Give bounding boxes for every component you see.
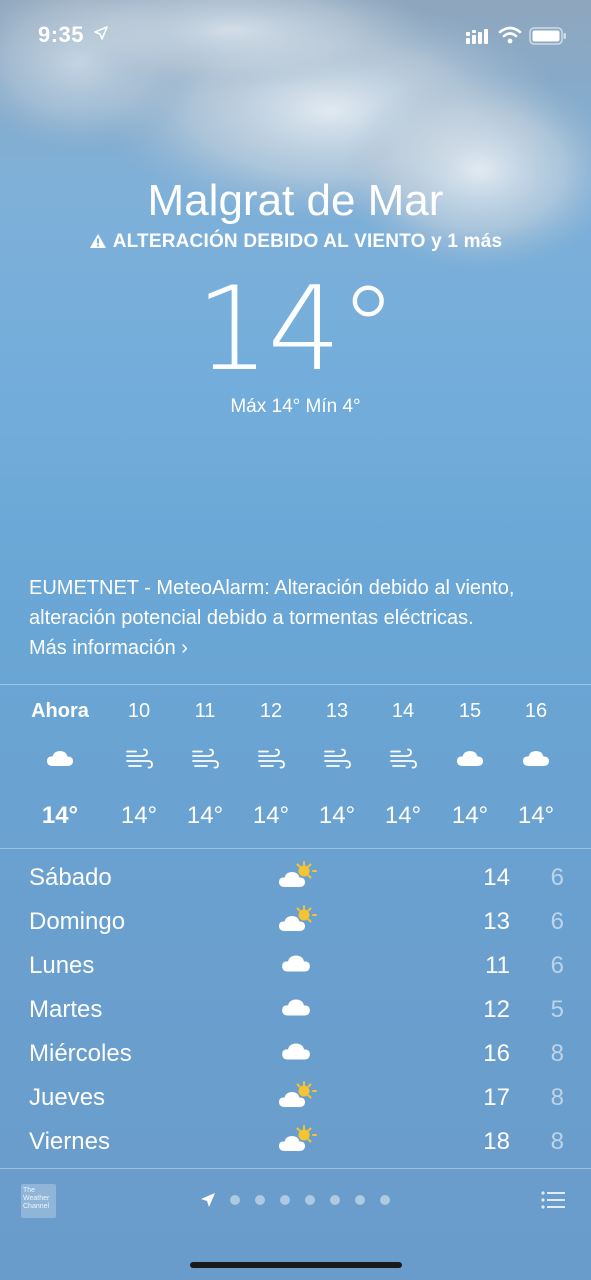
daily-row: Viernes 18 8 xyxy=(0,1118,591,1162)
status-bar: 9:35 xyxy=(0,0,591,70)
high-low-temperature: Máx 14° Mín 4° xyxy=(230,396,361,417)
daily-row: Martes 12 5 xyxy=(0,986,591,1030)
wind-icon xyxy=(124,748,154,778)
hour-temperature: 14° xyxy=(186,802,224,829)
page-indicator[interactable] xyxy=(200,1190,400,1210)
hour-label: Ahora xyxy=(31,700,89,722)
cloud-icon xyxy=(280,1040,320,1070)
alert-text: ALTERACIÓN DEBIDO AL VIENTO y 1 más xyxy=(112,231,503,252)
day-min-temp: 6 xyxy=(550,952,564,979)
hour-temperature: 14° xyxy=(318,802,356,829)
daily-row: Miércoles 16 8 xyxy=(0,1030,591,1074)
page-dot[interactable] xyxy=(305,1195,315,1205)
partly-cloudy-icon xyxy=(278,860,318,890)
home-indicator[interactable] xyxy=(190,1262,402,1268)
day-max-temp: 18 xyxy=(483,1128,510,1155)
day-max-temp: 13 xyxy=(483,908,510,935)
day-max-temp: 14 xyxy=(483,864,510,891)
hourly-forecast[interactable]: Ahora 14° 10 14° 11 14° 12 14° 13 14° 14 14° 15 14° 16… xyxy=(0,686,591,848)
partly-cloudy-icon xyxy=(278,904,318,934)
cloud-icon xyxy=(455,748,485,778)
hour-label: 13 xyxy=(325,700,349,722)
more-info-link[interactable]: Más información › xyxy=(29,637,188,659)
city-name: Malgrat de Mar xyxy=(147,176,444,225)
day-min-temp: 8 xyxy=(550,1084,564,1111)
day-max-temp: 17 xyxy=(483,1084,510,1111)
daily-forecast: Sábado 14 6 Domingo 13 6 Lunes 11 6 Martes 12 5 Miér… xyxy=(0,852,591,1168)
city-list-icon[interactable] xyxy=(541,1190,565,1210)
day-name: Sábado xyxy=(29,864,112,891)
divider-top xyxy=(0,684,591,685)
cellular-signal-icon xyxy=(466,29,488,44)
wind-icon xyxy=(322,748,352,778)
hour-temperature: 14° xyxy=(384,802,422,829)
battery-icon xyxy=(529,27,566,45)
daily-row: Jueves 17 8 xyxy=(0,1074,591,1118)
hour-label: 14 xyxy=(391,700,415,722)
cloud-icon xyxy=(280,996,320,1026)
bottom-toolbar: The Weather Channel xyxy=(0,1170,591,1280)
wind-icon xyxy=(388,748,418,778)
warning-triangle-icon xyxy=(89,234,106,248)
chevron-right-icon: › xyxy=(181,637,188,659)
hour-label: 10 xyxy=(127,700,151,722)
day-min-temp: 8 xyxy=(550,1128,564,1155)
hour-temperature: 14° xyxy=(252,802,290,829)
hour-temperature: 14° xyxy=(120,802,158,829)
daily-row: Sábado 14 6 xyxy=(0,854,591,898)
day-max-temp: 16 xyxy=(483,1040,510,1067)
hour-temperature: 14° xyxy=(41,802,79,829)
hour-label: 11 xyxy=(194,700,216,722)
wind-icon xyxy=(256,748,286,778)
cloud-icon xyxy=(521,748,551,778)
wifi-icon xyxy=(498,26,522,44)
current-temperature: 14° xyxy=(195,262,398,397)
hour-label: 12 xyxy=(259,700,283,722)
daily-row: Domingo 13 6 xyxy=(0,898,591,942)
day-min-temp: 6 xyxy=(550,908,564,935)
page-dot[interactable] xyxy=(255,1195,265,1205)
wind-icon xyxy=(190,748,220,778)
day-min-temp: 6 xyxy=(550,864,564,891)
hour-label: 15 xyxy=(458,700,482,722)
day-max-temp: 12 xyxy=(483,996,510,1023)
partly-cloudy-icon xyxy=(278,1080,318,1110)
page-dot[interactable] xyxy=(280,1195,290,1205)
page-dot[interactable] xyxy=(230,1195,240,1205)
hour-temperature: 14° xyxy=(451,802,489,829)
cloud-icon xyxy=(280,952,320,982)
day-name: Martes xyxy=(29,996,103,1023)
day-name: Domingo xyxy=(29,908,126,935)
page-dot[interactable] xyxy=(330,1195,340,1205)
weather-channel-logo[interactable]: The Weather Channel xyxy=(21,1184,56,1218)
day-max-temp: 11 xyxy=(485,952,510,979)
day-name: Miércoles xyxy=(29,1040,132,1067)
divider-mid xyxy=(0,848,591,849)
day-name: Lunes xyxy=(29,952,95,979)
location-arrow-icon xyxy=(94,26,108,40)
weather-alert[interactable]: ALTERACIÓN DEBIDO AL VIENTO y 1 más xyxy=(0,231,591,253)
day-min-temp: 5 xyxy=(550,996,564,1023)
daily-row: Lunes 11 6 xyxy=(0,942,591,986)
cloud-icon xyxy=(45,748,75,778)
divider-bottom xyxy=(0,1168,591,1169)
page-dot[interactable] xyxy=(355,1195,365,1205)
warning-body: EUMETNET - MeteoAlarm: Alteración debido… xyxy=(29,577,515,629)
hour-label: 16 xyxy=(524,700,548,722)
day-name: Jueves xyxy=(29,1084,106,1111)
weather-warning-text[interactable]: EUMETNET - MeteoAlarm: Alteración debido… xyxy=(29,573,549,663)
partly-cloudy-icon xyxy=(278,1124,318,1154)
day-name: Viernes xyxy=(29,1128,110,1155)
hour-temperature: 14° xyxy=(517,802,555,829)
day-min-temp: 8 xyxy=(550,1040,564,1067)
page-dot[interactable] xyxy=(380,1195,390,1205)
status-time: 9:35 xyxy=(38,22,85,47)
